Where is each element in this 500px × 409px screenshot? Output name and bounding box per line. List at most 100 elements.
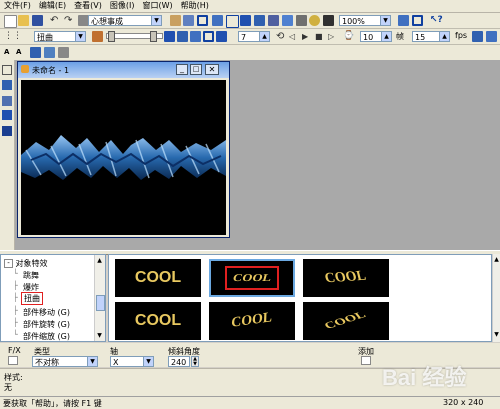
chevron-down-icon[interactable]: ▼ bbox=[143, 357, 153, 366]
scroll-up-icon[interactable]: ▲ bbox=[493, 256, 500, 263]
image-icon[interactable] bbox=[2, 96, 12, 106]
redo-icon[interactable]: ↷ bbox=[64, 15, 75, 26]
angle-input[interactable]: 240 bbox=[168, 356, 190, 367]
angle-spinner[interactable]: ▲ ▼ bbox=[191, 356, 199, 367]
zoom-icon[interactable] bbox=[240, 15, 251, 26]
collapse-icon[interactable]: - bbox=[4, 259, 13, 268]
tree-item-part-move[interactable]: 部件移动 (G) bbox=[23, 307, 70, 318]
open-folder-icon[interactable] bbox=[18, 15, 29, 26]
gallery-thumb-selected[interactable]: COOL bbox=[209, 259, 295, 297]
shape-icon[interactable] bbox=[30, 47, 41, 58]
frame-icon[interactable] bbox=[197, 15, 208, 26]
close-icon[interactable]: ✕ bbox=[205, 64, 219, 75]
timer-icon[interactable]: ⌚ bbox=[343, 31, 354, 42]
maximize-icon[interactable]: □ bbox=[190, 64, 202, 75]
rotate-icon[interactable] bbox=[183, 15, 194, 26]
chevron-down-icon[interactable]: ▼ bbox=[380, 16, 390, 25]
preview-canvas[interactable] bbox=[21, 80, 226, 235]
object-icon[interactable] bbox=[2, 110, 12, 120]
zoom-combo[interactable]: 100% ▼ bbox=[339, 15, 391, 26]
scroll-up-icon[interactable]: ▲ bbox=[96, 257, 103, 264]
move-icon[interactable] bbox=[212, 15, 223, 26]
menu-view[interactable]: 查看(V) bbox=[70, 0, 106, 12]
tree-item-part-scale[interactable]: 部件缩放 (G) bbox=[23, 331, 70, 341]
gallery-thumb[interactable]: COOL bbox=[303, 259, 389, 297]
save-icon[interactable] bbox=[32, 15, 43, 26]
export-icon[interactable] bbox=[472, 31, 483, 42]
gallery-scrollbar[interactable]: ▲ ▼ bbox=[492, 254, 500, 342]
resize-icon[interactable] bbox=[268, 15, 279, 26]
scroll-down-icon[interactable]: ▼ bbox=[96, 332, 103, 339]
vertical-text-icon[interactable]: A bbox=[16, 47, 27, 58]
standard-toolbar: ↶ ↷ 心想事成 ▼ 100% ▼ ↖? bbox=[0, 13, 500, 29]
menu-file[interactable]: 文件(F) bbox=[0, 0, 35, 12]
paint-icon[interactable] bbox=[296, 15, 307, 26]
status-size: 320 x 240 bbox=[443, 398, 484, 407]
step-forward-icon[interactable]: ▷ bbox=[328, 31, 339, 42]
new-file-icon[interactable] bbox=[4, 15, 17, 28]
tree-item-part-rotate[interactable]: 部件旋转 (G) bbox=[23, 319, 70, 330]
zoom-in-icon[interactable] bbox=[398, 15, 409, 26]
layer-icon[interactable] bbox=[44, 47, 55, 58]
hand-icon[interactable] bbox=[170, 15, 181, 26]
tree-item-twist[interactable]: 扭曲 bbox=[21, 292, 43, 305]
scroll-down-icon[interactable]: ▼ bbox=[493, 331, 500, 338]
group-icon[interactable] bbox=[58, 47, 69, 58]
tree-root[interactable]: - 对象特效 bbox=[4, 258, 48, 269]
fx-icon[interactable] bbox=[8, 356, 18, 365]
slider-thumb[interactable] bbox=[150, 31, 157, 42]
crop-icon[interactable] bbox=[282, 15, 293, 26]
effect-settings-icon[interactable] bbox=[92, 31, 103, 42]
chevron-down-icon[interactable]: ▼ bbox=[75, 32, 85, 41]
rewind-icon[interactable]: ⟲ bbox=[276, 31, 287, 42]
effect-combo[interactable]: 扭曲 ▼ bbox=[34, 31, 86, 42]
move-frame-icon[interactable] bbox=[190, 31, 201, 42]
frame-input[interactable]: 7 ▲ bbox=[238, 31, 270, 42]
menu-window[interactable]: 窗口(W) bbox=[138, 0, 176, 12]
align-icon[interactable] bbox=[254, 15, 265, 26]
play-icon[interactable]: ▶ bbox=[302, 31, 313, 42]
frames-count-input[interactable]: 10 ▲ bbox=[360, 31, 392, 42]
slider-thumb[interactable] bbox=[108, 31, 115, 42]
frame-box-icon[interactable] bbox=[203, 31, 214, 42]
gallery-thumb[interactable]: COOL bbox=[115, 259, 201, 297]
add-button[interactable] bbox=[361, 356, 371, 365]
tree-scrollbar[interactable]: ▲ ▼ bbox=[94, 255, 105, 341]
chevron-down-icon[interactable]: ▼ bbox=[87, 357, 97, 366]
spin-icon[interactable]: ▲ bbox=[439, 32, 449, 41]
stop-icon[interactable]: ■ bbox=[315, 31, 326, 42]
type-combo[interactable]: 不对称 ▼ bbox=[32, 356, 98, 367]
step-back-icon[interactable]: ◁ bbox=[289, 31, 300, 42]
help-pointer-icon[interactable]: ↖? bbox=[430, 15, 443, 26]
spin-icon[interactable]: ▲ bbox=[381, 32, 391, 41]
cube-icon[interactable] bbox=[2, 126, 12, 136]
menu-image[interactable]: 图像(I) bbox=[106, 0, 139, 12]
pointer-icon[interactable] bbox=[2, 65, 12, 75]
text-tool-icon[interactable]: A bbox=[4, 47, 15, 58]
transition-icon[interactable] bbox=[216, 31, 227, 42]
text-frame-icon[interactable] bbox=[2, 80, 12, 90]
axis-combo[interactable]: X ▼ bbox=[110, 356, 154, 367]
spin-icon[interactable]: ▲ bbox=[259, 32, 269, 41]
fit-window-icon[interactable] bbox=[412, 15, 423, 26]
select-icon[interactable] bbox=[226, 15, 239, 28]
tools-icon[interactable] bbox=[323, 15, 334, 26]
fps-input[interactable]: 15 ▲ bbox=[412, 31, 450, 42]
tree-item-dance[interactable]: 跳舞 bbox=[23, 270, 39, 281]
style-combo[interactable]: 心想事成 ▼ bbox=[88, 15, 162, 26]
scroll-thumb[interactable] bbox=[96, 295, 105, 311]
menu-help[interactable]: 帮助(H) bbox=[177, 0, 213, 12]
gallery-thumb[interactable]: COOL bbox=[209, 302, 295, 340]
tree-line-icon: ├ bbox=[13, 306, 18, 315]
settings-icon[interactable] bbox=[486, 31, 497, 42]
minimize-icon[interactable]: _ bbox=[176, 64, 188, 75]
chevron-down-icon[interactable]: ▼ bbox=[151, 16, 161, 25]
add-frame-icon[interactable] bbox=[177, 31, 188, 42]
play-forward-icon[interactable] bbox=[164, 31, 175, 42]
menu-edit[interactable]: 编辑(E) bbox=[35, 0, 70, 12]
globe-icon[interactable] bbox=[309, 15, 320, 26]
document-titlebar[interactable]: 未命名 - 1 _ □ ✕ bbox=[18, 62, 229, 78]
undo-icon[interactable]: ↶ bbox=[50, 15, 61, 26]
gallery-thumb[interactable]: COOL bbox=[115, 302, 201, 340]
gallery-thumb[interactable]: COOL bbox=[303, 302, 389, 340]
